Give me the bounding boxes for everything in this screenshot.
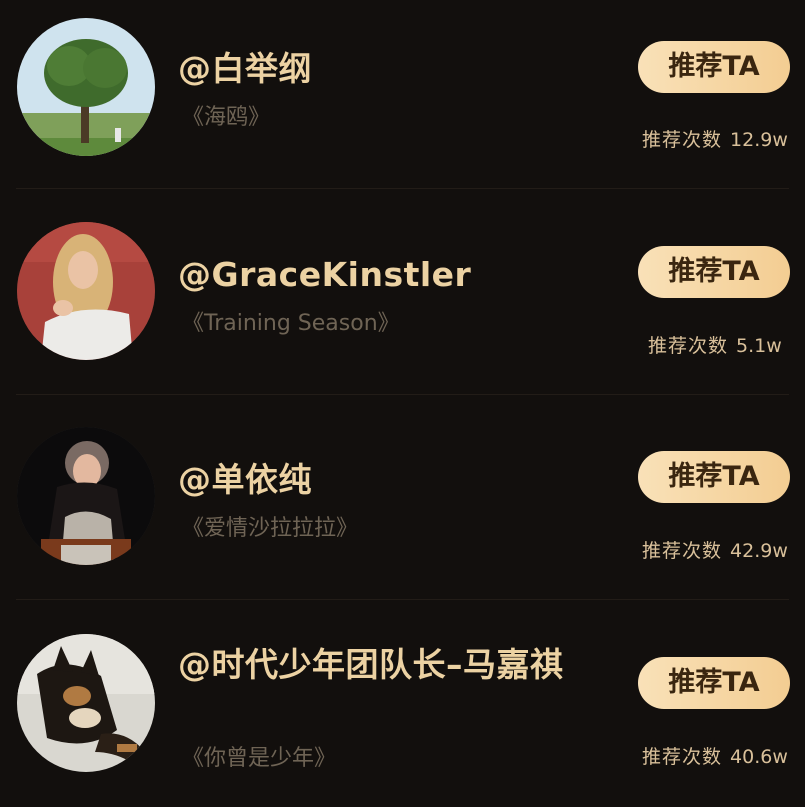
count-label: 推荐次数 <box>642 540 723 562</box>
user-name[interactable]: @白举纲 <box>178 46 618 92</box>
recommend-button[interactable]: 推荐TA <box>638 41 790 93</box>
recommend-button[interactable]: 推荐TA <box>638 657 790 709</box>
count-value: 12.9w <box>730 129 788 151</box>
user-name[interactable]: @单依纯 <box>178 457 618 503</box>
song-title: 《爱情沙拉拉拉》 <box>182 516 359 541</box>
recommend-button[interactable]: 推荐TA <box>638 451 790 503</box>
count-value: 40.6w <box>730 746 788 768</box>
song-title: 《Training Season》 <box>182 311 400 336</box>
list-item[interactable]: @时代少年团队长–马嘉祺 《你曾是少年》 推荐TA 推荐次数 40.6w <box>0 600 805 807</box>
song-title: 《海鸥》 <box>182 105 271 130</box>
count-label: 推荐次数 <box>642 129 723 151</box>
count-value: 5.1w <box>736 335 782 357</box>
recommend-count: 推荐次数 12.9w <box>642 127 788 153</box>
recommend-button[interactable]: 推荐TA <box>638 246 790 298</box>
recommend-count: 推荐次数 40.6w <box>642 744 788 770</box>
count-label: 推荐次数 <box>642 746 723 768</box>
woman-white-dress-avatar[interactable] <box>17 222 155 360</box>
shiba-dog-avatar[interactable] <box>17 634 155 772</box>
count-label: 推荐次数 <box>648 335 729 357</box>
list-item[interactable]: @GraceKinstler 《Training Season》 推荐TA 推荐… <box>0 190 805 395</box>
divider <box>16 188 789 189</box>
song-title: 《你曾是少年》 <box>182 746 337 771</box>
count-value: 42.9w <box>730 540 788 562</box>
user-name[interactable]: @GraceKinstler <box>178 252 618 298</box>
list-item[interactable]: @单依纯 《爱情沙拉拉拉》 推荐TA 推荐次数 42.9w <box>0 395 805 600</box>
list-item[interactable]: @白举纲 《海鸥》 推荐TA 推荐次数 12.9w <box>0 0 805 190</box>
recommend-count: 推荐次数 42.9w <box>642 538 788 564</box>
tree-photo-avatar[interactable] <box>17 18 155 156</box>
recommend-count: 推荐次数 5.1w <box>648 333 782 359</box>
singer-sequin-avatar[interactable] <box>17 427 155 565</box>
user-name[interactable]: @时代少年团队长–马嘉祺 <box>178 641 618 689</box>
recommendation-list: @白举纲 《海鸥》 推荐TA 推荐次数 12.9w @GraceKinstler … <box>0 0 805 807</box>
